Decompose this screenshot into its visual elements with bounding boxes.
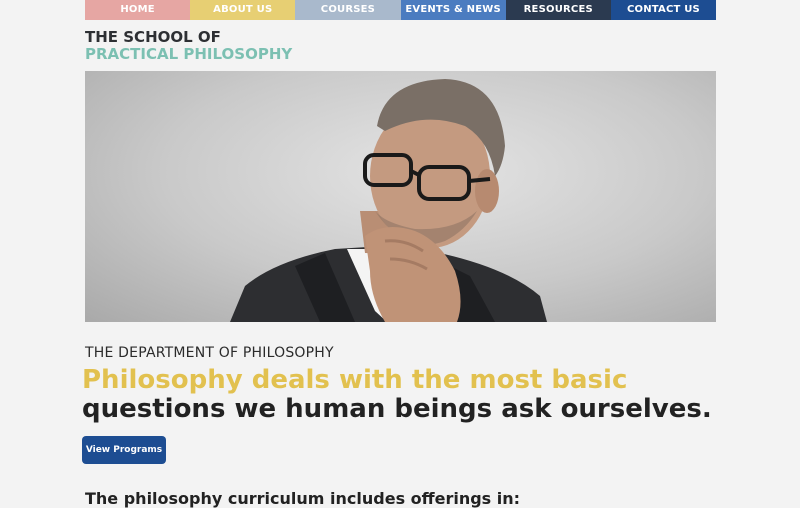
nav-about-us[interactable]: ABOUT US [190, 0, 296, 20]
hero-image [85, 71, 716, 322]
curriculum-heading: The philosophy curriculum includes offer… [85, 489, 521, 508]
main-nav: HOME ABOUT US COURSES EVENTS & NEWS RESO… [85, 0, 717, 20]
headline-line-1: Philosophy deals with the most basic [82, 365, 628, 395]
nav-contact-us[interactable]: CONTACT US [610, 0, 717, 20]
department-title: THE DEPARTMENT OF PHILOSOPHY [85, 345, 334, 361]
nav-home[interactable]: HOME [85, 0, 191, 20]
nav-resources[interactable]: RESOURCES [505, 0, 611, 20]
view-programs-button[interactable]: View Programs [82, 436, 166, 464]
nav-events-news[interactable]: EVENTS & NEWS [400, 0, 506, 20]
site-logo[interactable]: THE SCHOOL OF PRACTICAL PHILOSOPHY [85, 29, 292, 63]
logo-line-1: THE SCHOOL OF [85, 28, 221, 46]
logo-line-2: PRACTICAL PHILOSOPHY [85, 45, 293, 63]
main-headline: Philosophy deals with the most basic que… [82, 366, 712, 424]
headline-line-2: questions we human beings ask ourselves. [82, 394, 712, 424]
man-thinking-photo [230, 79, 547, 322]
nav-courses[interactable]: COURSES [295, 0, 401, 20]
